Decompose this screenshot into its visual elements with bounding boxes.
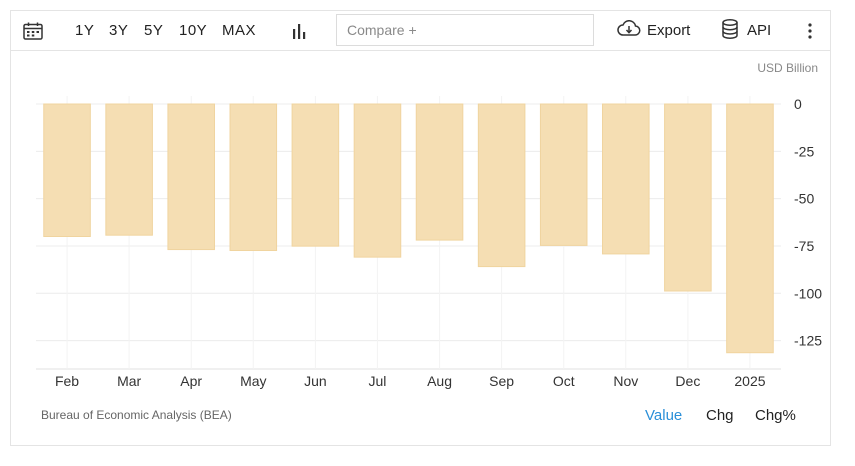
y-tick-label: -25 xyxy=(794,143,814,159)
y-tick-label: -100 xyxy=(794,285,822,301)
bar xyxy=(726,103,774,354)
bar xyxy=(167,103,215,251)
chart-widget: 1Y 3Y 5Y 10Y MAX Export API xyxy=(10,10,831,446)
x-tick-label: Mar xyxy=(117,373,141,389)
x-tick-label: Feb xyxy=(55,373,79,389)
x-tick-label: May xyxy=(240,373,266,389)
x-tick-label: Aug xyxy=(427,373,452,389)
bar xyxy=(602,103,650,255)
x-tick-label: Jun xyxy=(304,373,327,389)
x-tick-label: Sep xyxy=(489,373,514,389)
bar xyxy=(43,103,91,237)
bar xyxy=(415,103,464,241)
source-label: Bureau of Economic Analysis (BEA) xyxy=(41,408,232,422)
bar xyxy=(664,103,712,292)
view-chgpct-button[interactable]: Chg% xyxy=(755,407,796,424)
x-tick-label: 2025 xyxy=(734,373,765,389)
y-tick-label: -125 xyxy=(794,333,822,349)
bar xyxy=(477,103,526,268)
bar xyxy=(539,103,588,246)
view-value-button[interactable]: Value xyxy=(645,407,682,424)
x-tick-label: Nov xyxy=(613,373,638,389)
y-tick-label: 0 xyxy=(794,96,802,112)
bar xyxy=(353,103,402,258)
y-tick-label: -50 xyxy=(794,191,814,207)
unit-label: USD Billion xyxy=(757,61,818,75)
view-chg-button[interactable]: Chg xyxy=(706,407,734,424)
x-tick-label: Apr xyxy=(180,373,202,389)
y-tick-label: -75 xyxy=(794,238,814,254)
bar xyxy=(105,103,153,236)
bar xyxy=(291,103,340,247)
bar-chart: USD Billion 0 -25 -50 -75 -100 -125 Feb Mar Apr Ma… xyxy=(36,61,822,389)
x-tick-label: Oct xyxy=(553,373,575,389)
bar xyxy=(229,103,278,252)
x-tick-label: Dec xyxy=(675,373,700,389)
x-tick-label: Jul xyxy=(369,373,387,389)
